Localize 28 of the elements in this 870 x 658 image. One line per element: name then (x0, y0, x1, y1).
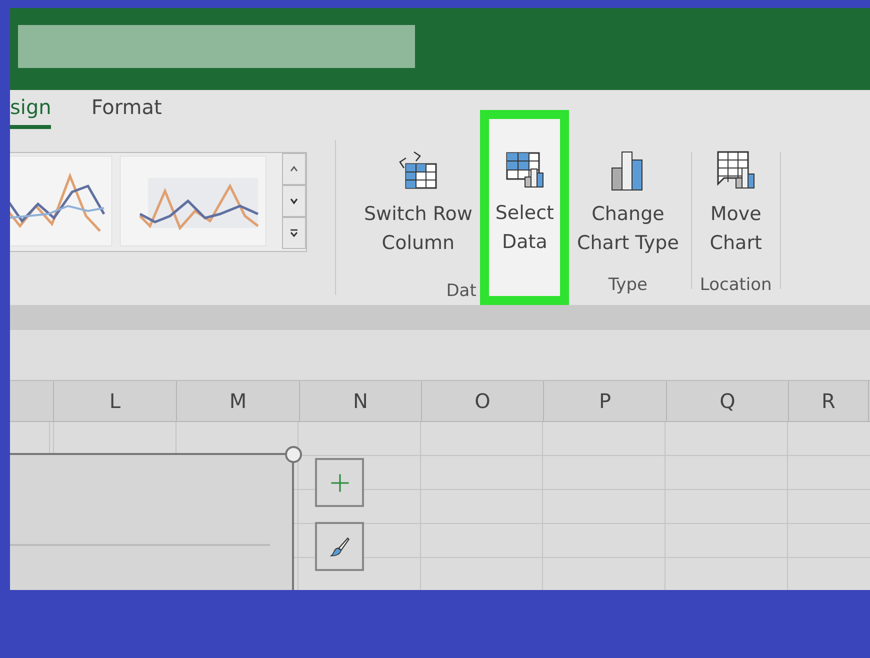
column-header[interactable]: Q (667, 381, 789, 421)
column-header[interactable]: M (177, 381, 300, 421)
column-header[interactable]: L (54, 381, 177, 421)
group-label: Dat (445, 281, 478, 303)
chart-style-thumbnail[interactable] (10, 156, 112, 246)
expand-gallery-button[interactable] (282, 217, 306, 249)
chart-style-thumbnail[interactable] (120, 156, 266, 246)
ribbon-tab[interactable]: Format (91, 91, 162, 129)
expand-icon (289, 228, 299, 238)
chevron-down-icon (289, 196, 299, 206)
column-header[interactable]: P (544, 381, 667, 421)
chart-elements-button[interactable] (315, 458, 364, 507)
change-button[interactable]: Change Chart Type (569, 130, 687, 262)
column-header[interactable]: O (422, 381, 544, 421)
scroll-down-button[interactable] (282, 185, 306, 217)
column-header[interactable]: N (300, 381, 422, 421)
resize-handle[interactable] (285, 446, 302, 463)
chart-styles-button[interactable] (315, 522, 364, 571)
plus-icon (328, 472, 350, 494)
brush-icon (328, 536, 350, 558)
group-label: Location (698, 275, 773, 297)
column-header[interactable]: R (789, 381, 869, 421)
move-button[interactable]: Move Chart (696, 130, 776, 262)
select-button[interactable]: Select Data (480, 110, 569, 305)
switch-button[interactable]: Switch Row Column (356, 130, 480, 262)
group-label: Type (607, 275, 648, 297)
chart-area[interactable] (10, 453, 294, 590)
chevron-up-icon (289, 164, 299, 174)
